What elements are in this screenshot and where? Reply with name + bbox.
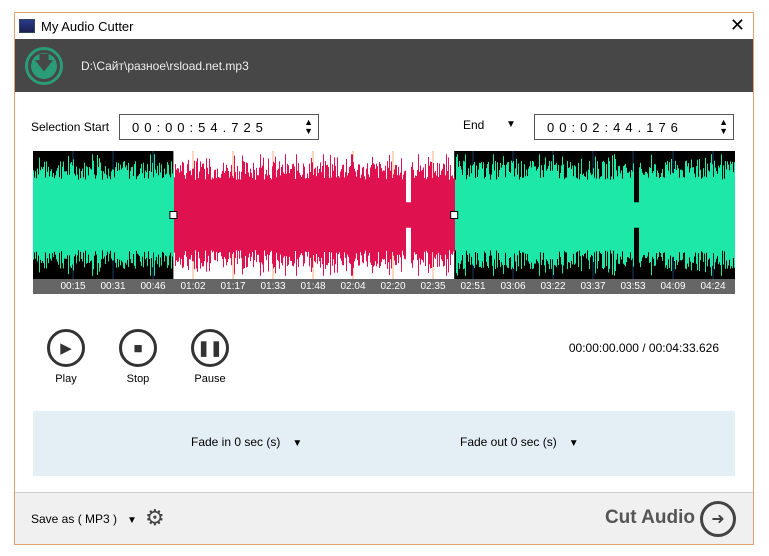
- window-title: My Audio Cutter: [41, 18, 134, 34]
- time-display: 00:00:00.000 / 00:04:33.626: [568, 341, 719, 355]
- close-button[interactable]: ✕: [730, 15, 745, 36]
- app-icon: [19, 19, 35, 33]
- timeline-tick-label: 04:09: [660, 281, 686, 292]
- play-label: Play: [55, 373, 77, 385]
- fade-out-label: Fade out 0 sec (s): [460, 435, 557, 449]
- timeline-tick-label: 03:37: [580, 281, 606, 292]
- selection-start-input[interactable]: 00:00:54.725 ▲ ▼: [119, 114, 319, 140]
- stop-button[interactable]: ■ Stop: [113, 329, 163, 385]
- end-mode-dropdown-icon[interactable]: ▼: [506, 119, 516, 130]
- save-as-label: Save as ( MP3 ): [31, 512, 118, 526]
- fade-in-dropdown[interactable]: Fade in 0 sec (s) ▼: [191, 435, 302, 449]
- timeline-tick-label: 01:33: [260, 281, 286, 292]
- timeline-tick-label: 04:24: [700, 281, 726, 292]
- timeline-tick-label: 03:06: [500, 281, 526, 292]
- timeline-tick-label: 02:51: [460, 281, 486, 292]
- selection-end-input[interactable]: 00:02:44.176 ▲ ▼: [534, 114, 734, 140]
- save-as-dropdown[interactable]: Save as ( MP3 ) ▼: [31, 512, 137, 526]
- timeline-tick-label: 03:53: [620, 281, 646, 292]
- timeline-tick-label: 00:15: [60, 281, 86, 292]
- pause-button[interactable]: ❚❚ Pause: [185, 329, 235, 385]
- pause-label: Pause: [194, 373, 226, 385]
- play-button[interactable]: ▶ Play: [41, 329, 91, 385]
- stop-label: Stop: [126, 373, 150, 385]
- stop-icon: ■: [119, 329, 157, 367]
- selection-start-handle[interactable]: [169, 211, 178, 219]
- timeline-tick-label: 02:20: [380, 281, 406, 292]
- fade-out-dropdown[interactable]: Fade out 0 sec (s) ▼: [460, 435, 579, 449]
- timeline-tick-label: 00:31: [100, 281, 126, 292]
- chevron-down-icon: ▼: [568, 438, 579, 449]
- fade-panel: Fade in 0 sec (s) ▼ Fade out 0 sec (s) ▼: [33, 411, 735, 476]
- timeline-tick-label: 02:04: [340, 281, 366, 292]
- end-label: End: [463, 118, 485, 132]
- chevron-down-icon: ▼: [127, 515, 137, 526]
- cut-audio-label[interactable]: Cut Audio: [605, 507, 695, 529]
- open-file-button[interactable]: 🡇: [25, 46, 63, 85]
- chevron-down-icon: ▼: [292, 438, 303, 449]
- timeline: 00:15 00:31 00:46 01:02 01:17 01:33 01:48 02:04…: [33, 279, 735, 294]
- play-icon: ▶: [47, 329, 85, 367]
- timeline-tick-label: 01:02: [180, 281, 206, 292]
- app-window: My Audio Cutter ✕ 🡇 D:\Сайт\разное\rsloa…: [14, 12, 754, 545]
- timeline-tick-label: 02:35: [420, 281, 446, 292]
- file-header: 🡇 D:\Сайт\разное\rsload.net.mp3: [15, 39, 753, 92]
- end-value: 00:02:44.176: [547, 119, 683, 135]
- selection-end-handle[interactable]: [450, 211, 459, 219]
- timeline-tick-label: 01:17: [220, 281, 246, 292]
- timeline-tick-label: 00:46: [140, 281, 166, 292]
- timeline-tick-label: 01:48: [300, 281, 326, 292]
- title-bar: My Audio Cutter ✕: [15, 13, 753, 39]
- selection-start-label: Selection Start: [31, 120, 110, 134]
- file-path: D:\Сайт\разное\rsload.net.mp3: [81, 58, 249, 73]
- timeline-tick-label: 03:22: [540, 281, 566, 292]
- download-arrow-icon: 🡇: [31, 52, 57, 79]
- spinner-arrows-icon[interactable]: ▲ ▼: [304, 118, 313, 136]
- fade-in-label: Fade in 0 sec (s): [191, 435, 281, 449]
- cut-audio-button[interactable]: ➜: [700, 501, 736, 537]
- start-value: 00:00:54.725: [132, 119, 268, 135]
- spinner-arrows-icon[interactable]: ▲ ▼: [719, 118, 728, 136]
- waveform[interactable]: [33, 151, 735, 279]
- arrow-right-icon: ➜: [711, 511, 725, 528]
- pause-icon: ❚❚: [191, 329, 229, 367]
- footer: Save as ( MP3 ) ▼ ⚙ Cut Audio ➜: [15, 492, 753, 544]
- settings-gear-icon[interactable]: ⚙: [145, 505, 165, 531]
